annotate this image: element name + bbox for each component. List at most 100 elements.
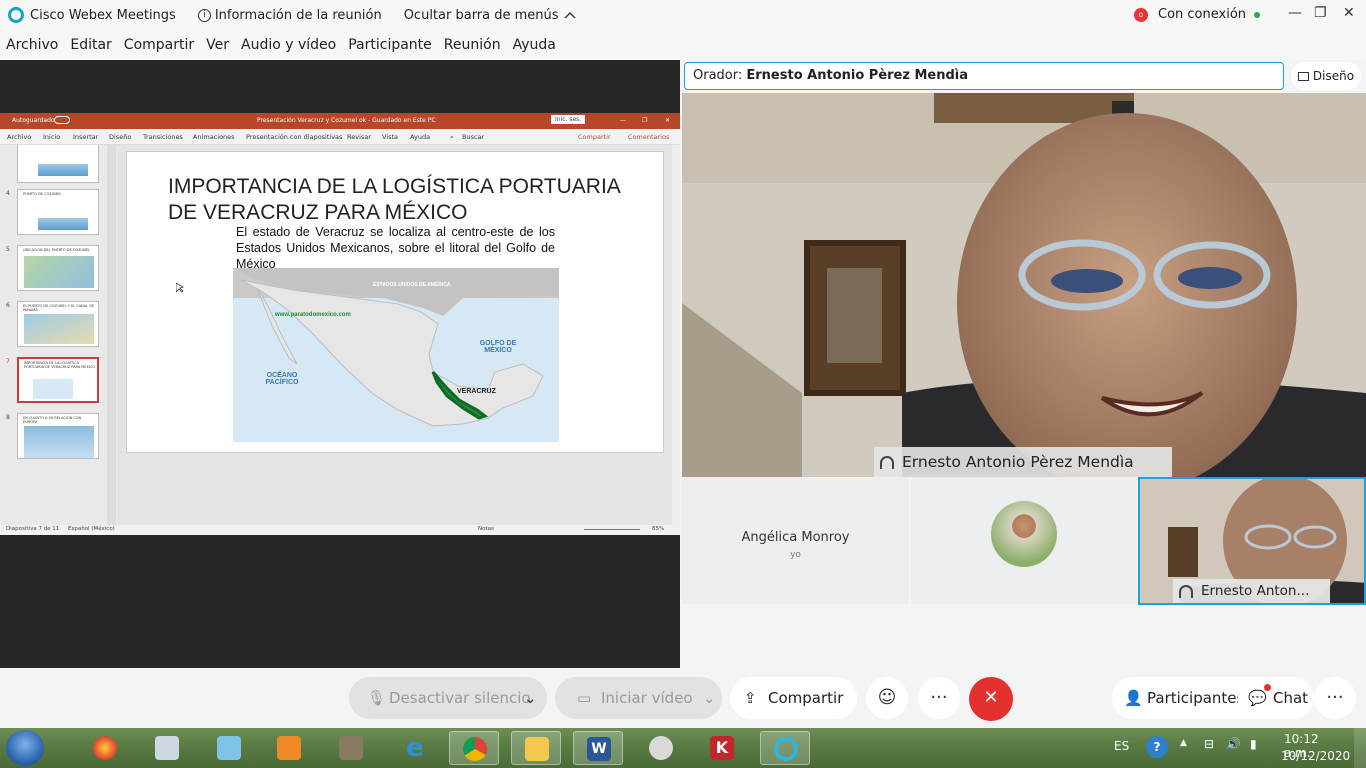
show-hidden-icons-icon[interactable]: ▲ (1180, 738, 1187, 748)
ppt-tab-ayuda: Ayuda (410, 133, 431, 141)
menu-editar[interactable]: Editar (70, 37, 111, 53)
participant-self-tag: yo (790, 550, 801, 560)
active-speaker-video[interactable] (682, 93, 1366, 477)
slide-body-text: El estado de Veracruz se localiza al cen… (236, 225, 555, 271)
slide-scrollbar (672, 145, 680, 525)
slide-thumbnail-number: 4 (6, 190, 10, 197)
participant-name-label: Ernesto Anton... (1173, 579, 1330, 603)
participants-button[interactable]: 👤 Participantes (1112, 677, 1244, 719)
share-icon: ⇪ (744, 689, 757, 707)
power-icon[interactable]: ▮ (1250, 737, 1257, 751)
ppt-ribbon: Archivo Inicio Insertar Diseño Transicio… (0, 129, 680, 145)
ppt-search: Buscar (462, 133, 485, 141)
kaspersky-icon[interactable]: K (697, 731, 747, 765)
end-meeting-button[interactable]: ✕ (969, 677, 1013, 721)
calculator-icon[interactable] (142, 731, 192, 765)
video-button[interactable]: ▭ Iniciar vídeo ⌄ (555, 677, 722, 719)
menu-ver[interactable]: Ver (206, 37, 229, 53)
chat-notification-dot (1264, 684, 1271, 691)
help-icon[interactable]: ? (1146, 736, 1168, 758)
title-bar: Cisco Webex Meetings i Información de la… (0, 0, 1366, 30)
webex-logo-icon (8, 7, 24, 23)
layout-button[interactable]: Diseño (1291, 62, 1361, 90)
webex-icon[interactable] (760, 731, 810, 765)
ppt-share: Compartir (578, 133, 611, 141)
ellipsis-icon: ··· (1326, 687, 1344, 708)
meeting-info-button[interactable]: i Información de la reunión (197, 8, 382, 23)
thumbnail-image (24, 426, 94, 458)
menu-ayuda[interactable]: Ayuda (513, 37, 556, 53)
menu-audio-video[interactable]: Audio y vídeo (241, 37, 336, 53)
chevron-down-icon: ⌄ (703, 689, 716, 707)
mute-button[interactable]: 🎙 Desactivar silencio ⌄ (349, 677, 547, 719)
panel-more-button[interactable]: ··· (1314, 677, 1356, 719)
media-player-icon[interactable] (264, 731, 314, 765)
minimize-icon[interactable]: — (1288, 5, 1302, 21)
participant-tile-avatar[interactable] (911, 477, 1137, 604)
microphone-icon: 🎙 (367, 689, 387, 707)
clock-date[interactable]: 10/12/2020 (1281, 749, 1350, 763)
ppt-zoom: 85% (652, 526, 665, 532)
gimp-icon[interactable] (326, 731, 376, 765)
connection-status[interactable]: o Con conexión (1134, 7, 1261, 22)
map-label-gulf: GOLFO DE MÉXICO (479, 340, 517, 354)
thumbnail-image (24, 314, 94, 344)
webex-window: Cisco Webex Meetings i Información de la… (0, 0, 1366, 768)
volume-icon[interactable]: 🔊 (1226, 737, 1241, 751)
word-icon[interactable]: W (573, 731, 623, 765)
menu-archivo[interactable]: Archivo (6, 37, 58, 53)
participant-tile-angelica[interactable]: Angélica Monroy yo (682, 477, 909, 604)
language-indicator[interactable]: ES (1114, 739, 1129, 753)
firefox-icon[interactable] (80, 731, 130, 765)
hide-menu-button[interactable]: Ocultar barra de menús (404, 8, 576, 23)
ellipsis-icon: ··· (930, 687, 948, 708)
menu-reunion[interactable]: Reunión (444, 37, 501, 53)
slide-thumbnail: PUERTO DE COZUMEL (17, 189, 99, 235)
slide-thumbnail: EN CUANTO A SU RELACIÓN CON EUROPA (17, 413, 99, 459)
menu-participante[interactable]: Participante (348, 37, 432, 53)
map-label-pacific: OCÉANO PACÍFICO (265, 372, 299, 386)
slide-thumbnail-number: 7 (6, 358, 10, 365)
chrome-icon[interactable] (449, 731, 499, 765)
ppt-notes: Notas (478, 526, 494, 532)
show-desktop-button[interactable] (1354, 728, 1366, 768)
file-explorer-icon[interactable] (511, 731, 561, 765)
headset-icon (1179, 585, 1193, 598)
chevron-down-icon: ⌄ (524, 689, 537, 707)
notepad-icon[interactable] (204, 731, 254, 765)
paint-icon[interactable] (636, 731, 686, 765)
participant-tile-ernesto[interactable]: Ernesto Anton... (1138, 477, 1366, 605)
ppt-signin: Inic. ses. (551, 115, 586, 124)
slide-thumbnail-number: 5 (6, 246, 10, 253)
thumbnail-image (33, 379, 73, 399)
ppt-title-bar: Autoguardado Presentación Veracruz y Coz… (0, 113, 680, 129)
network-icon[interactable]: ⊟ (1204, 737, 1214, 751)
status-dot-icon (1254, 11, 1261, 18)
autosave-toggle-icon (54, 116, 70, 124)
participant-name: Ernesto Anton... (1201, 583, 1310, 599)
mexico-map-image: ESTADOS UNIDOS DE AMÉRICA www.paratodome… (233, 268, 559, 442)
active-speaker-name: Ernesto Antonio Pèrez Mendìa (902, 453, 1134, 471)
menu-compartir[interactable]: Compartir (124, 37, 194, 53)
ppt-zoom-slider (584, 529, 640, 530)
reactions-button[interactable]: ☺ (866, 677, 908, 719)
ppt-status-bar: Diapositiva 7 de 11 Español (México) Not… (0, 525, 680, 535)
close-icon[interactable]: ✕ (1343, 5, 1355, 21)
more-options-button[interactable]: ··· (918, 677, 960, 719)
slide-thumbnail-title: EN CUANTO A SU RELACIÓN CON EUROPA (23, 416, 82, 424)
ppt-tab-presentacion: Presentación con diapositivas (246, 133, 343, 141)
restore-icon[interactable]: ❐ (1314, 5, 1327, 21)
windows-start-button[interactable] (6, 730, 44, 766)
ppt-search-icon: ⌕ (450, 133, 454, 141)
chevron-up-icon (564, 12, 576, 19)
shared-powerpoint-window: Autoguardado Presentación Veracruz y Coz… (0, 113, 680, 535)
ppt-tab-diseno: Diseño (109, 133, 132, 141)
slide-thumbnail: UBICACIÓN DEL PUERTO DE COZUMEL (17, 245, 99, 291)
share-button[interactable]: ⇪ Compartir (730, 677, 857, 719)
internet-explorer-icon[interactable]: e (390, 731, 440, 765)
chat-button[interactable]: 💬 Chat (1238, 677, 1314, 719)
active-speaker-bar: Orador: Ernesto Antonio Pèrez Mendìa (684, 62, 1284, 90)
participants-label: Participantes (1147, 689, 1245, 707)
slide-thumbnail: EL PUERTO DE COZUMEL Y EL CANAL DE PANAM… (17, 301, 99, 347)
chat-icon: 💬 (1248, 689, 1267, 707)
